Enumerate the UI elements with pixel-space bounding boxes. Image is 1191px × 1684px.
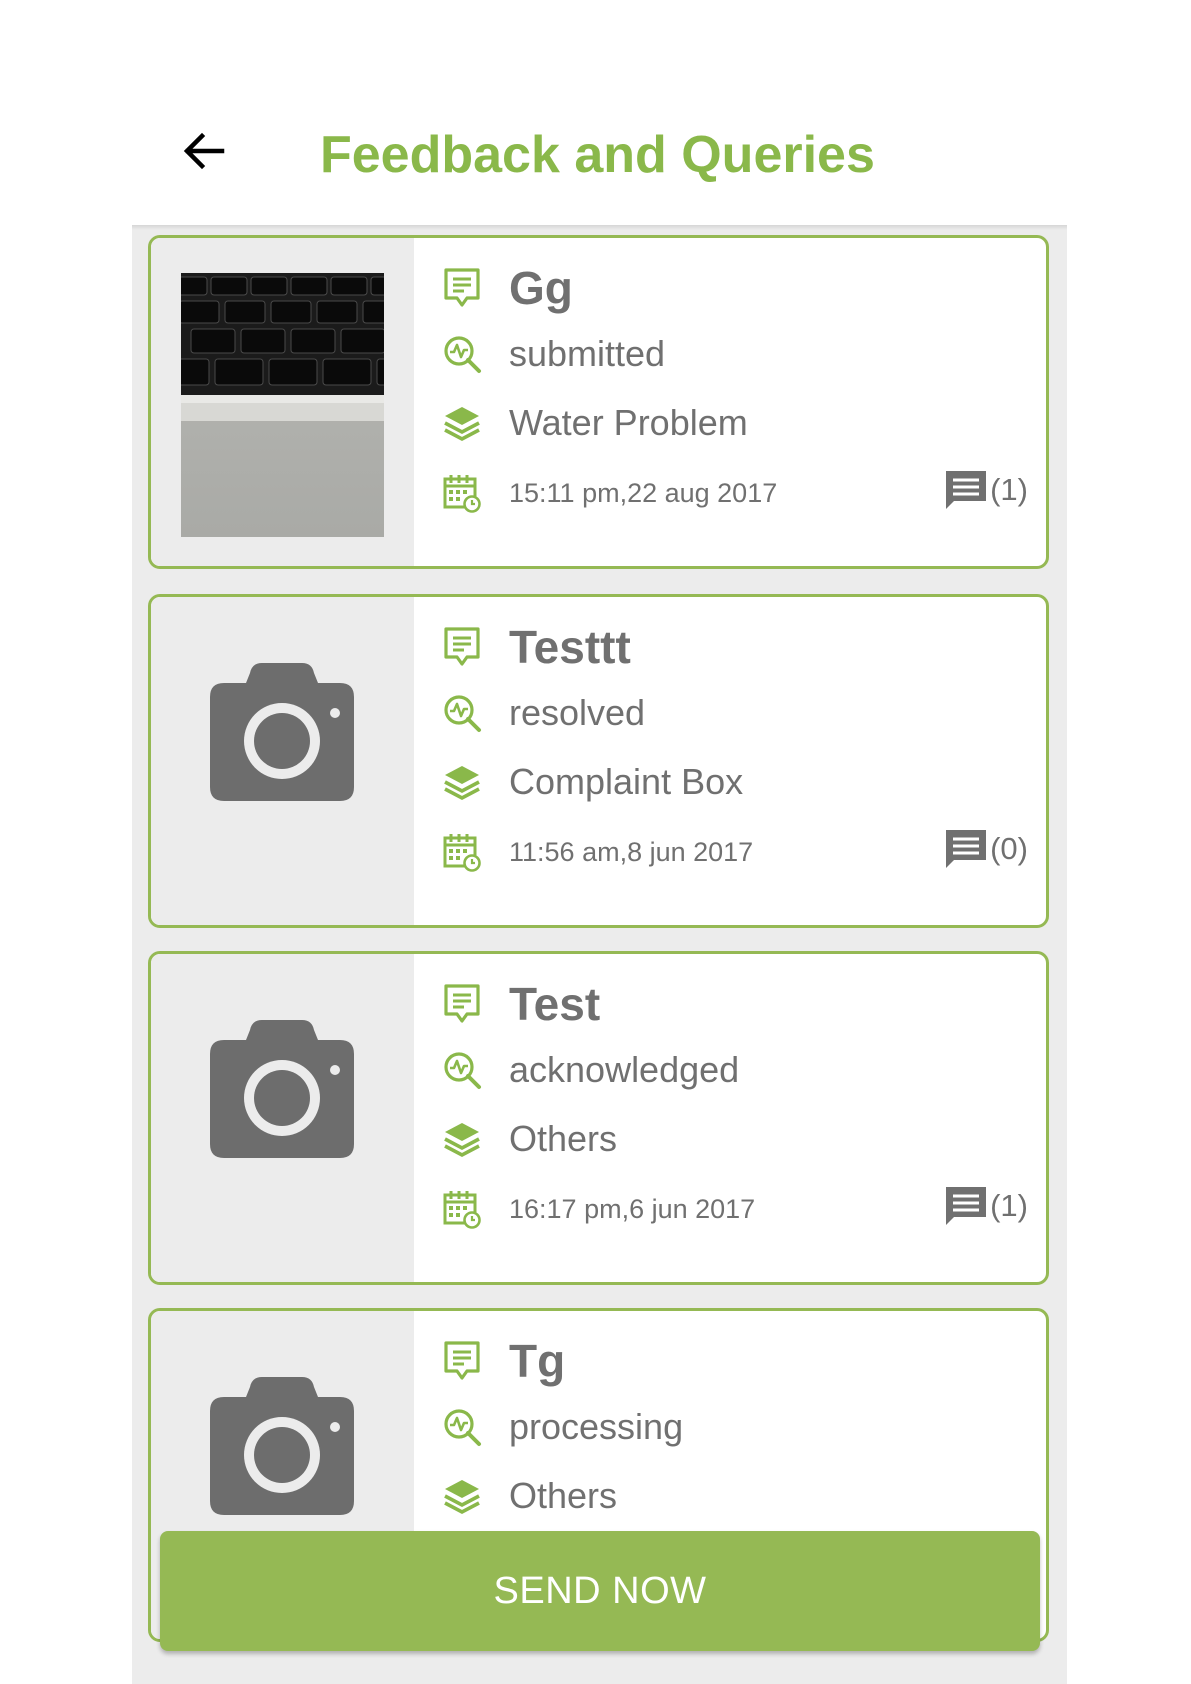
- status-search-icon: [441, 333, 483, 375]
- category-row: Others: [441, 1116, 617, 1162]
- name-row: Tg: [441, 1333, 565, 1389]
- item-category: Complaint Box: [509, 761, 744, 802]
- app-bar: Feedback and Queries: [132, 0, 1067, 225]
- thumbnail-area: [151, 238, 414, 566]
- comment-icon: [946, 1187, 987, 1225]
- comments-button[interactable]: (1): [944, 469, 1028, 511]
- comments-button[interactable]: (1): [944, 1185, 1028, 1227]
- layers-icon: [441, 1475, 483, 1517]
- layers-icon: [441, 761, 483, 803]
- layers-icon: [441, 1118, 483, 1160]
- message-icon: [441, 983, 483, 1025]
- date-row: 15:11 pm,22 aug 2017: [441, 472, 777, 514]
- comment-icon: [946, 830, 987, 868]
- status-search-icon: [441, 692, 483, 734]
- arrow-left-icon: [183, 132, 225, 170]
- status-row: processing: [441, 1404, 683, 1450]
- item-datetime: 11:56 am,8 jun 2017: [509, 837, 754, 867]
- date-row: 11:56 am,8 jun 2017: [441, 831, 753, 873]
- attachment-photo: [181, 273, 384, 537]
- item-name: Tg: [509, 1335, 566, 1387]
- thumbnail-area: [151, 597, 414, 925]
- screen: Feedback and Queries Gg submitted Water …: [132, 0, 1067, 1684]
- category-row: Others: [441, 1473, 617, 1519]
- category-row: Water Problem: [441, 400, 748, 446]
- name-row: Testtt: [441, 619, 631, 675]
- thumbnail-area: [151, 954, 414, 1282]
- item-name: Testtt: [509, 621, 631, 673]
- status-row: acknowledged: [441, 1047, 739, 1093]
- comment-count: (0): [990, 831, 1028, 866]
- camera-icon: [208, 1020, 356, 1160]
- status-row: submitted: [441, 331, 665, 377]
- item-status: processing: [509, 1406, 684, 1447]
- camera-icon: [208, 663, 356, 803]
- date-row: 16:17 pm,6 jun 2017: [441, 1188, 755, 1230]
- calendar-clock-icon: [441, 472, 483, 514]
- category-row: Complaint Box: [441, 759, 743, 805]
- calendar-clock-icon: [441, 1188, 483, 1230]
- item-name: Gg: [509, 262, 573, 314]
- feedback-card[interactable]: Gg submitted Water Problem 15:11 pm,22 a…: [148, 235, 1049, 569]
- comments-button[interactable]: (0): [944, 828, 1028, 870]
- layers-icon: [441, 402, 483, 444]
- feedback-list[interactable]: Gg submitted Water Problem 15:11 pm,22 a…: [132, 230, 1067, 1684]
- name-row: Test: [441, 976, 600, 1032]
- item-category: Others: [509, 1475, 618, 1516]
- status-row: resolved: [441, 690, 645, 736]
- item-status: acknowledged: [509, 1049, 740, 1090]
- item-status: submitted: [509, 333, 666, 374]
- item-category: Others: [509, 1118, 618, 1159]
- status-search-icon: [441, 1049, 483, 1091]
- page-title: Feedback and Queries: [320, 126, 875, 184]
- message-icon: [441, 1340, 483, 1382]
- item-datetime: 15:11 pm,22 aug 2017: [509, 478, 778, 508]
- item-status: resolved: [509, 692, 646, 733]
- feedback-card[interactable]: Test acknowledged Others 16:17 pm,6 jun …: [148, 951, 1049, 1285]
- calendar-clock-icon: [441, 831, 483, 873]
- comment-count: (1): [990, 1188, 1028, 1223]
- message-icon: [441, 267, 483, 309]
- comment-icon: [946, 471, 987, 509]
- item-name: Test: [509, 978, 601, 1030]
- send-now-button[interactable]: SEND NOW: [160, 1531, 1040, 1651]
- feedback-card[interactable]: Testtt resolved Complaint Box 11:56 am,8…: [148, 594, 1049, 928]
- status-search-icon: [441, 1406, 483, 1448]
- item-datetime: 16:17 pm,6 jun 2017: [509, 1194, 756, 1224]
- name-row: Gg: [441, 260, 573, 316]
- item-category: Water Problem: [509, 402, 748, 443]
- comment-count: (1): [990, 472, 1028, 507]
- back-button[interactable]: [176, 123, 232, 179]
- message-icon: [441, 626, 483, 668]
- camera-icon: [208, 1377, 356, 1517]
